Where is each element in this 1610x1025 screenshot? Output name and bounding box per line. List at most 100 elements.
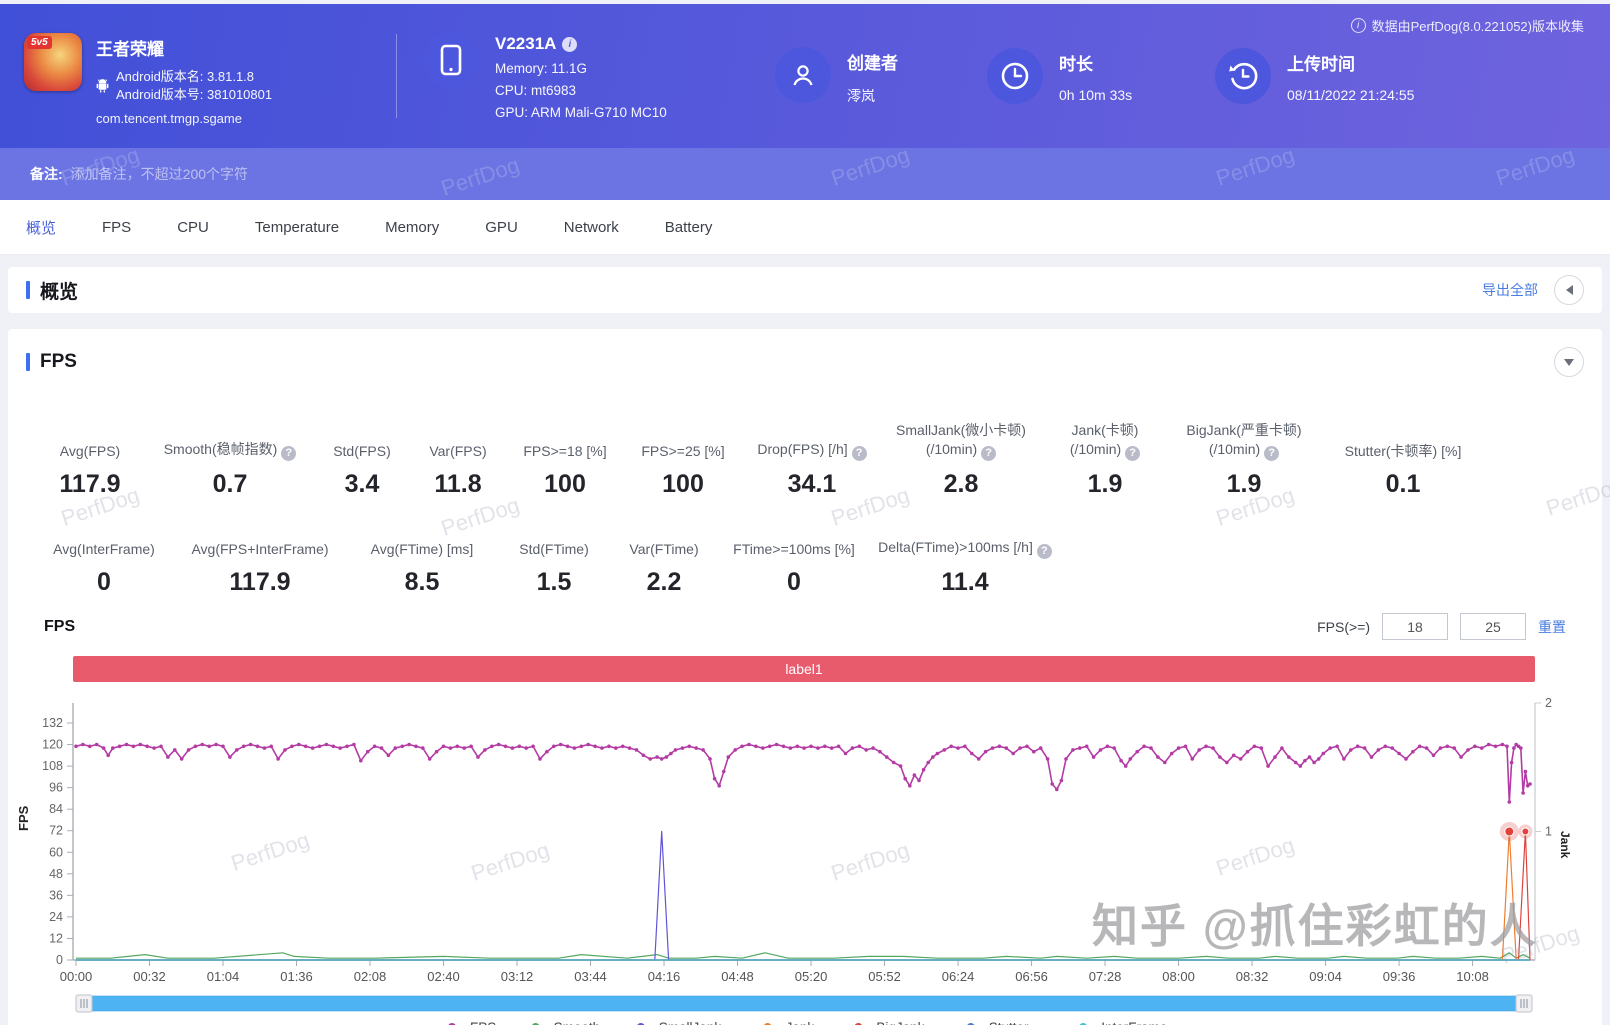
- help-icon[interactable]: ?: [1037, 544, 1052, 559]
- fps-stats-row1: Avg(FPS)117.9Smooth(稳帧指数)?0.7Std(FPS)3.4…: [34, 421, 1488, 499]
- stat-bigjank-: BigJank(严重卡顿)(/10min)?1.9: [1170, 421, 1318, 499]
- svg-text:36: 36: [49, 888, 63, 902]
- fps-threshold-max-input[interactable]: [1460, 613, 1526, 640]
- help-icon[interactable]: ?: [1264, 446, 1279, 461]
- svg-text:132: 132: [42, 716, 63, 730]
- stat-var-fps-: Var(FPS)11.8: [410, 421, 506, 499]
- series-bigjank: [76, 832, 1530, 961]
- tab-fps[interactable]: FPS: [102, 219, 131, 236]
- chart-banner-label: label1: [785, 661, 823, 677]
- tab-network[interactable]: Network: [564, 219, 619, 236]
- device-memory: Memory: 11.1G: [495, 61, 667, 76]
- stat-value: 117.9: [59, 470, 120, 499]
- stat-value: 11.4: [941, 568, 988, 597]
- game-icon-badge: 5v5: [27, 36, 52, 49]
- stat-value: 11.8: [434, 470, 481, 499]
- stat-ftime-100ms-: FTime>=100ms [%]0: [718, 519, 870, 597]
- fps-chart[interactable]: label1012243648607284961081201321200:000…: [8, 641, 1602, 1025]
- stat-value: 2.2: [647, 568, 682, 597]
- legend-item-stutter[interactable]: Stutter: [959, 1020, 1029, 1025]
- stat-avg-interframe-: Avg(InterFrame)0: [34, 519, 174, 597]
- jank-marker-dot: [1522, 828, 1529, 835]
- section-accent-bar: [26, 353, 30, 371]
- chart-scrollbar-track[interactable]: [92, 996, 1516, 1011]
- tab-gpu[interactable]: GPU: [485, 219, 518, 236]
- note-bar[interactable]: 备注: 添加备注，不超过200个字符: [0, 148, 1610, 200]
- svg-text:72: 72: [49, 824, 63, 838]
- right-axis-title: Jank: [1558, 831, 1572, 859]
- series-jank: [76, 832, 1530, 961]
- tab-battery[interactable]: Battery: [665, 219, 713, 236]
- legend-item-fps[interactable]: FPS: [440, 1020, 496, 1025]
- stat-fps-25-: FPS>=25 [%]100: [624, 421, 742, 499]
- svg-text:Stutter: Stutter: [989, 1020, 1029, 1025]
- stat-std-fps-: Std(FPS)3.4: [314, 421, 410, 499]
- legend-item-smooth[interactable]: Smooth: [524, 1020, 601, 1025]
- collect-info: i 数据由PerfDog(8.0.221052)版本收集: [1351, 16, 1584, 35]
- legend-item-interframe[interactable]: InterFrame: [1071, 1020, 1167, 1025]
- svg-text:InterFrame: InterFrame: [1101, 1020, 1167, 1025]
- tab-概览[interactable]: 概览: [26, 217, 56, 238]
- svg-text:02:40: 02:40: [427, 969, 460, 984]
- stat-jank-: Jank(卡顿)(/10min)?1.9: [1040, 421, 1170, 499]
- legend-item-smalljank[interactable]: SmallJank: [629, 1020, 722, 1025]
- info-icon: i: [1351, 18, 1366, 33]
- triangle-left-icon: [1566, 285, 1573, 295]
- help-icon[interactable]: ?: [281, 446, 296, 461]
- stat-value: 1.9: [1088, 470, 1123, 499]
- upload-label: 上传时间: [1287, 50, 1414, 75]
- fps-section-title: FPS: [40, 351, 77, 373]
- stat-delta-ftime-100ms-h-: Delta(FTime)>100ms [/h]?11.4: [870, 519, 1060, 597]
- stat-drop-fps-h-: Drop(FPS) [/h]?34.1: [742, 421, 882, 499]
- game-info-block: 5v5 王者荣耀 Android版本: [24, 27, 396, 126]
- fps-threshold-min-input[interactable]: [1382, 613, 1448, 640]
- collapse-all-button[interactable]: [1554, 275, 1584, 305]
- help-icon[interactable]: ?: [981, 446, 996, 461]
- svg-text:2: 2: [1545, 696, 1552, 710]
- svg-text:00:32: 00:32: [133, 969, 166, 984]
- help-icon[interactable]: ?: [1125, 446, 1140, 461]
- stat-std-ftime-: Std(FTime)1.5: [498, 519, 610, 597]
- svg-text:09:04: 09:04: [1309, 969, 1342, 984]
- svg-text:60: 60: [49, 845, 63, 859]
- collapse-fps-button[interactable]: [1554, 347, 1584, 377]
- jank-marker-dot: [1505, 827, 1514, 836]
- tab-temperature[interactable]: Temperature: [255, 219, 339, 236]
- stat-avg-fps-: Avg(FPS)117.9: [34, 421, 146, 499]
- export-all-link[interactable]: 导出全部: [1482, 280, 1538, 300]
- tab-memory[interactable]: Memory: [385, 219, 439, 236]
- device-model: V2231A: [495, 34, 556, 54]
- legend-item-jank[interactable]: Jank: [756, 1020, 815, 1025]
- svg-text:08:32: 08:32: [1236, 969, 1269, 984]
- phone-icon: [423, 32, 479, 88]
- stat-value: 1.5: [537, 568, 572, 597]
- svg-text:04:16: 04:16: [648, 969, 681, 984]
- history-clock-icon: [1215, 48, 1271, 104]
- stat-value: 100: [662, 470, 704, 499]
- legend-item-bigjank[interactable]: BigJank: [846, 1020, 924, 1025]
- svg-text:SmallJank: SmallJank: [659, 1020, 722, 1025]
- collect-info-text: 数据由PerfDog(8.0.221052)版本收集: [1372, 16, 1584, 35]
- reset-link[interactable]: 重置: [1538, 617, 1566, 637]
- svg-text:05:20: 05:20: [795, 969, 828, 984]
- duration-block: 时长 0h 10m 33s: [987, 48, 1215, 104]
- svg-text:24: 24: [49, 910, 63, 924]
- header-divider: [396, 34, 397, 118]
- svg-text:12: 12: [49, 931, 63, 945]
- help-icon[interactable]: ?: [852, 446, 867, 461]
- clock-icon: [987, 48, 1043, 104]
- svg-text:Smooth: Smooth: [554, 1020, 601, 1025]
- creator-block: 创建者 澪岚: [775, 47, 987, 106]
- android-icon: [96, 78, 109, 93]
- device-info-icon[interactable]: i: [562, 37, 577, 52]
- upload-value: 08/11/2022 21:24:55: [1287, 87, 1414, 103]
- section-accent-bar: [26, 281, 30, 299]
- stat-smooth-: Smooth(稳帧指数)?0.7: [146, 421, 314, 499]
- svg-text:08:00: 08:00: [1162, 969, 1195, 984]
- stat-value: 0: [97, 568, 111, 597]
- stat-value: 0: [787, 568, 801, 597]
- svg-text:07:28: 07:28: [1089, 969, 1122, 984]
- tab-cpu[interactable]: CPU: [177, 219, 209, 236]
- duration-label: 时长: [1059, 50, 1132, 75]
- stat-value: 0.1: [1386, 470, 1421, 499]
